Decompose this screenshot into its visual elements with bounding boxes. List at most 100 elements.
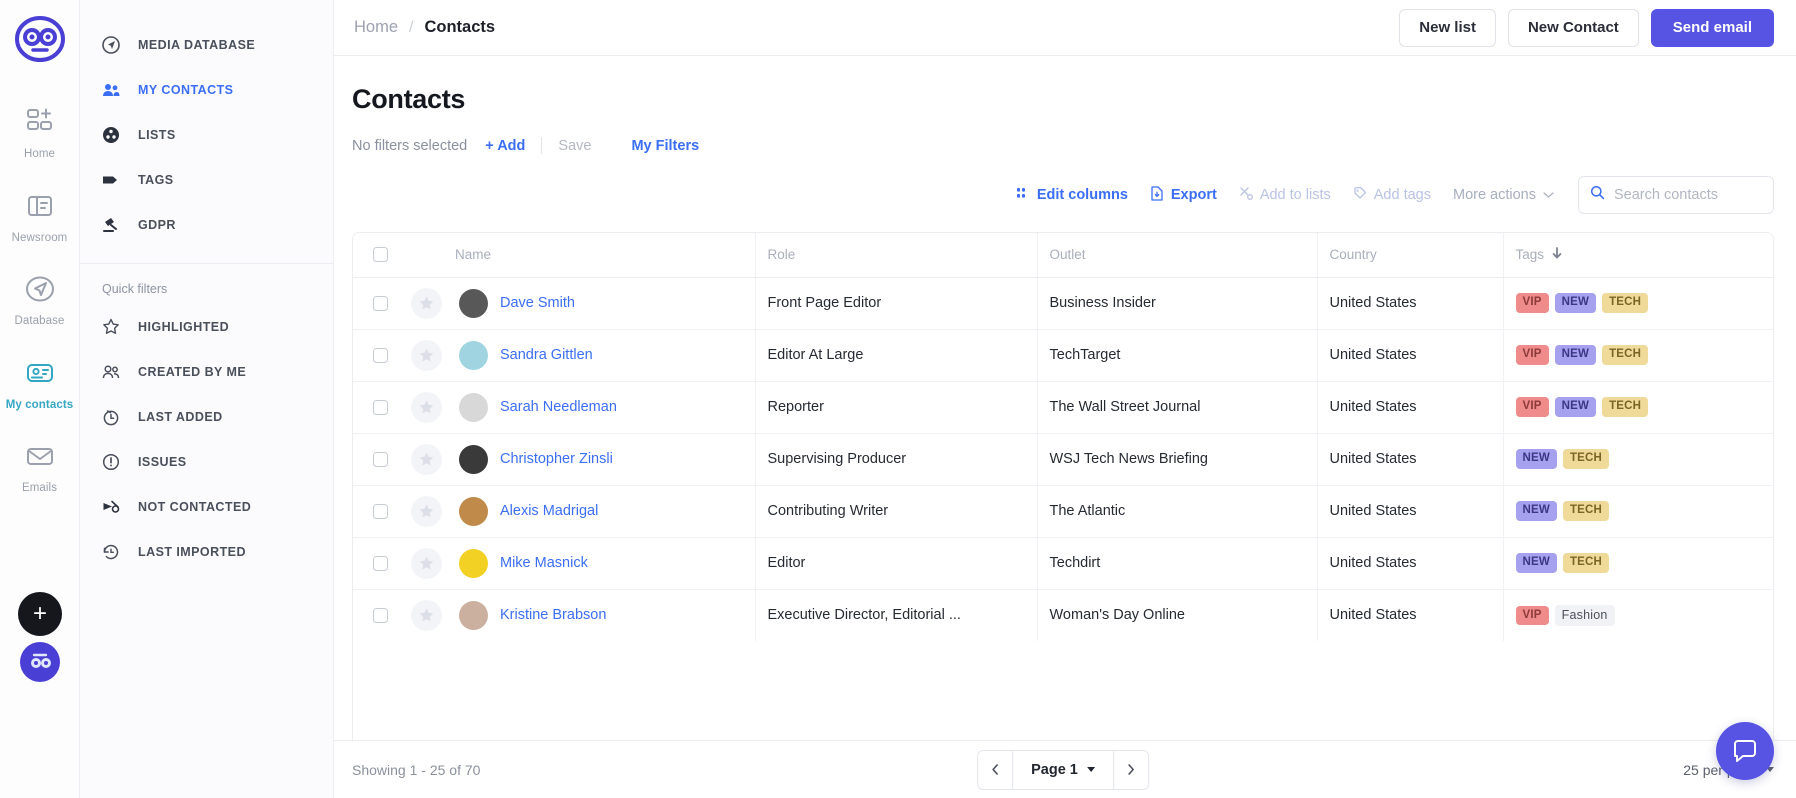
star-icon	[419, 608, 434, 622]
tag-badge[interactable]: Fashion	[1554, 605, 1615, 626]
sidebar-item-gdpr[interactable]: GDPR	[80, 202, 333, 247]
table-row[interactable]: Mike Masnick Editor Techdirt United Stat…	[353, 537, 1773, 590]
tag-badge[interactable]: TECH	[1602, 293, 1649, 313]
row-checkbox[interactable]	[373, 607, 388, 623]
row-star-cell	[409, 277, 455, 330]
row-name-cell: Christopher Zinsli	[455, 433, 755, 486]
contact-name-link[interactable]: Mike Masnick	[500, 555, 588, 571]
search-input[interactable]	[1614, 187, 1762, 203]
table-row[interactable]: Christopher Zinsli Supervising Producer …	[353, 433, 1773, 486]
next-page-button[interactable]	[1114, 751, 1148, 789]
tag-badge[interactable]: NEW	[1515, 501, 1557, 521]
highlight-star-button[interactable]	[411, 547, 442, 579]
tag-badge[interactable]: VIP	[1515, 345, 1549, 365]
send-email-button[interactable]: Send email	[1650, 8, 1774, 47]
chevron-down-icon	[1086, 767, 1095, 772]
contact-name-link[interactable]: Dave Smith	[500, 295, 575, 311]
star-icon	[419, 400, 434, 413]
sidebar-item-media-database[interactable]: MEDIA DATABASE	[80, 22, 333, 67]
row-role-cell: Editor At Large	[754, 329, 1037, 382]
table-row[interactable]: Sandra Gittlen Editor At Large TechTarge…	[353, 329, 1773, 382]
table-row[interactable]: Dave Smith Front Page Editor Business In…	[353, 277, 1773, 330]
rail-item-my-contacts[interactable]: My contacts	[0, 346, 80, 422]
row-select-cell	[353, 537, 409, 590]
rail-item-newsroom[interactable]: Newsroom	[0, 179, 80, 255]
avatar[interactable]	[20, 642, 60, 682]
contact-name-link[interactable]: Sandra Gittlen	[500, 347, 593, 363]
tag-badge[interactable]: VIP	[1515, 397, 1549, 417]
sidebar-item-my-contacts[interactable]: MY CONTACTS	[80, 67, 333, 112]
row-checkbox[interactable]	[373, 503, 388, 519]
column-header-outlet[interactable]: Outlet	[1036, 233, 1317, 278]
save-filter-button[interactable]: Save	[558, 138, 591, 154]
table-row[interactable]: Sarah Needleman Reporter The Wall Street…	[353, 381, 1773, 434]
highlight-star-button[interactable]	[411, 391, 442, 423]
tag-badge[interactable]: VIP	[1515, 605, 1549, 625]
highlight-star-button[interactable]	[411, 443, 442, 475]
breadcrumb-home[interactable]: Home	[354, 18, 398, 37]
row-checkbox[interactable]	[373, 555, 388, 571]
row-checkbox[interactable]	[373, 451, 388, 467]
send-compass-icon	[0, 274, 80, 309]
highlight-star-button[interactable]	[411, 287, 442, 319]
rail-item-emails[interactable]: Emails	[0, 429, 80, 505]
select-all-checkbox[interactable]	[373, 247, 388, 263]
quick-filter-issues[interactable]: ISSUES	[80, 439, 333, 484]
quick-filter-highlighted[interactable]: HIGHLIGHTED	[80, 304, 333, 349]
edit-columns-button[interactable]: Edit columns	[1016, 186, 1128, 204]
quick-filter-not-contacted[interactable]: NOT CONTACTED	[80, 484, 333, 529]
tag-badge[interactable]: VIP	[1515, 293, 1549, 313]
tag-badge[interactable]: TECH	[1602, 345, 1649, 365]
tag-badge[interactable]: NEW	[1554, 397, 1597, 417]
tag-badge[interactable]: TECH	[1562, 501, 1610, 521]
quick-filter-last-imported[interactable]: LAST IMPORTED	[80, 529, 333, 574]
table-row[interactable]: Kristine Brabson Executive Director, Edi…	[353, 589, 1773, 641]
previous-page-button[interactable]	[978, 751, 1012, 789]
tag-badge[interactable]: NEW	[1554, 293, 1597, 313]
contact-name-link[interactable]: Sarah Needleman	[500, 399, 617, 415]
add-filter-button[interactable]: + Add	[485, 138, 525, 154]
row-checkbox[interactable]	[373, 347, 388, 363]
column-header-role[interactable]: Role	[754, 233, 1037, 278]
contact-name-link[interactable]: Kristine Brabson	[500, 607, 606, 623]
search-contacts-field[interactable]	[1578, 176, 1774, 214]
export-button[interactable]: Export	[1150, 185, 1217, 205]
rail-item-home[interactable]: Home	[0, 95, 80, 171]
add-new-button[interactable]: +	[18, 592, 62, 636]
add-tags-button[interactable]: Add tags	[1353, 186, 1431, 204]
column-header-tags[interactable]: Tags	[1502, 233, 1773, 278]
quick-filter-created-by-me[interactable]: CREATED BY ME	[80, 349, 333, 394]
row-checkbox[interactable]	[373, 295, 388, 311]
tag-badge[interactable]: TECH	[1562, 553, 1610, 573]
edit-columns-label: Edit columns	[1036, 187, 1128, 203]
highlight-star-button[interactable]	[411, 339, 442, 371]
tag-badge[interactable]: NEW	[1515, 449, 1557, 469]
contact-name-link[interactable]: Christopher Zinsli	[500, 451, 613, 467]
more-actions-button[interactable]: More actions	[1453, 187, 1554, 203]
sidebar-item-lists[interactable]: LISTS	[80, 112, 333, 157]
column-header-country[interactable]: Country	[1316, 233, 1503, 278]
table-row[interactable]: Alexis Madrigal Contributing Writer The …	[353, 485, 1773, 538]
tag-icon	[102, 171, 120, 189]
column-header-name[interactable]: Name	[455, 233, 755, 278]
contact-name-link[interactable]: Alexis Madrigal	[500, 503, 598, 519]
highlight-star-button[interactable]	[411, 599, 442, 631]
tag-badge[interactable]: NEW	[1515, 553, 1557, 573]
my-filters-button[interactable]: My Filters	[631, 138, 699, 154]
highlight-star-button[interactable]	[411, 495, 442, 527]
page-selector[interactable]: Page 1	[1012, 750, 1114, 789]
add-to-lists-button[interactable]: Add to lists	[1239, 186, 1331, 204]
new-list-button[interactable]: New list	[1399, 8, 1496, 47]
export-label: Export	[1170, 187, 1217, 203]
rail-item-database[interactable]: Database	[0, 262, 80, 338]
row-name-cell: Alexis Madrigal	[455, 485, 755, 538]
row-checkbox[interactable]	[373, 399, 388, 415]
tag-badge[interactable]: TECH	[1602, 397, 1649, 417]
sidebar-item-tags[interactable]: TAGS	[80, 157, 333, 202]
chat-support-button[interactable]	[1716, 722, 1774, 780]
tag-badge[interactable]: TECH	[1562, 449, 1610, 469]
new-contact-button[interactable]: New Contact	[1507, 8, 1639, 47]
tag-badge[interactable]: NEW	[1554, 345, 1597, 365]
owl-logo-icon[interactable]	[14, 14, 65, 69]
quick-filter-last-added[interactable]: LAST ADDED	[80, 394, 333, 439]
